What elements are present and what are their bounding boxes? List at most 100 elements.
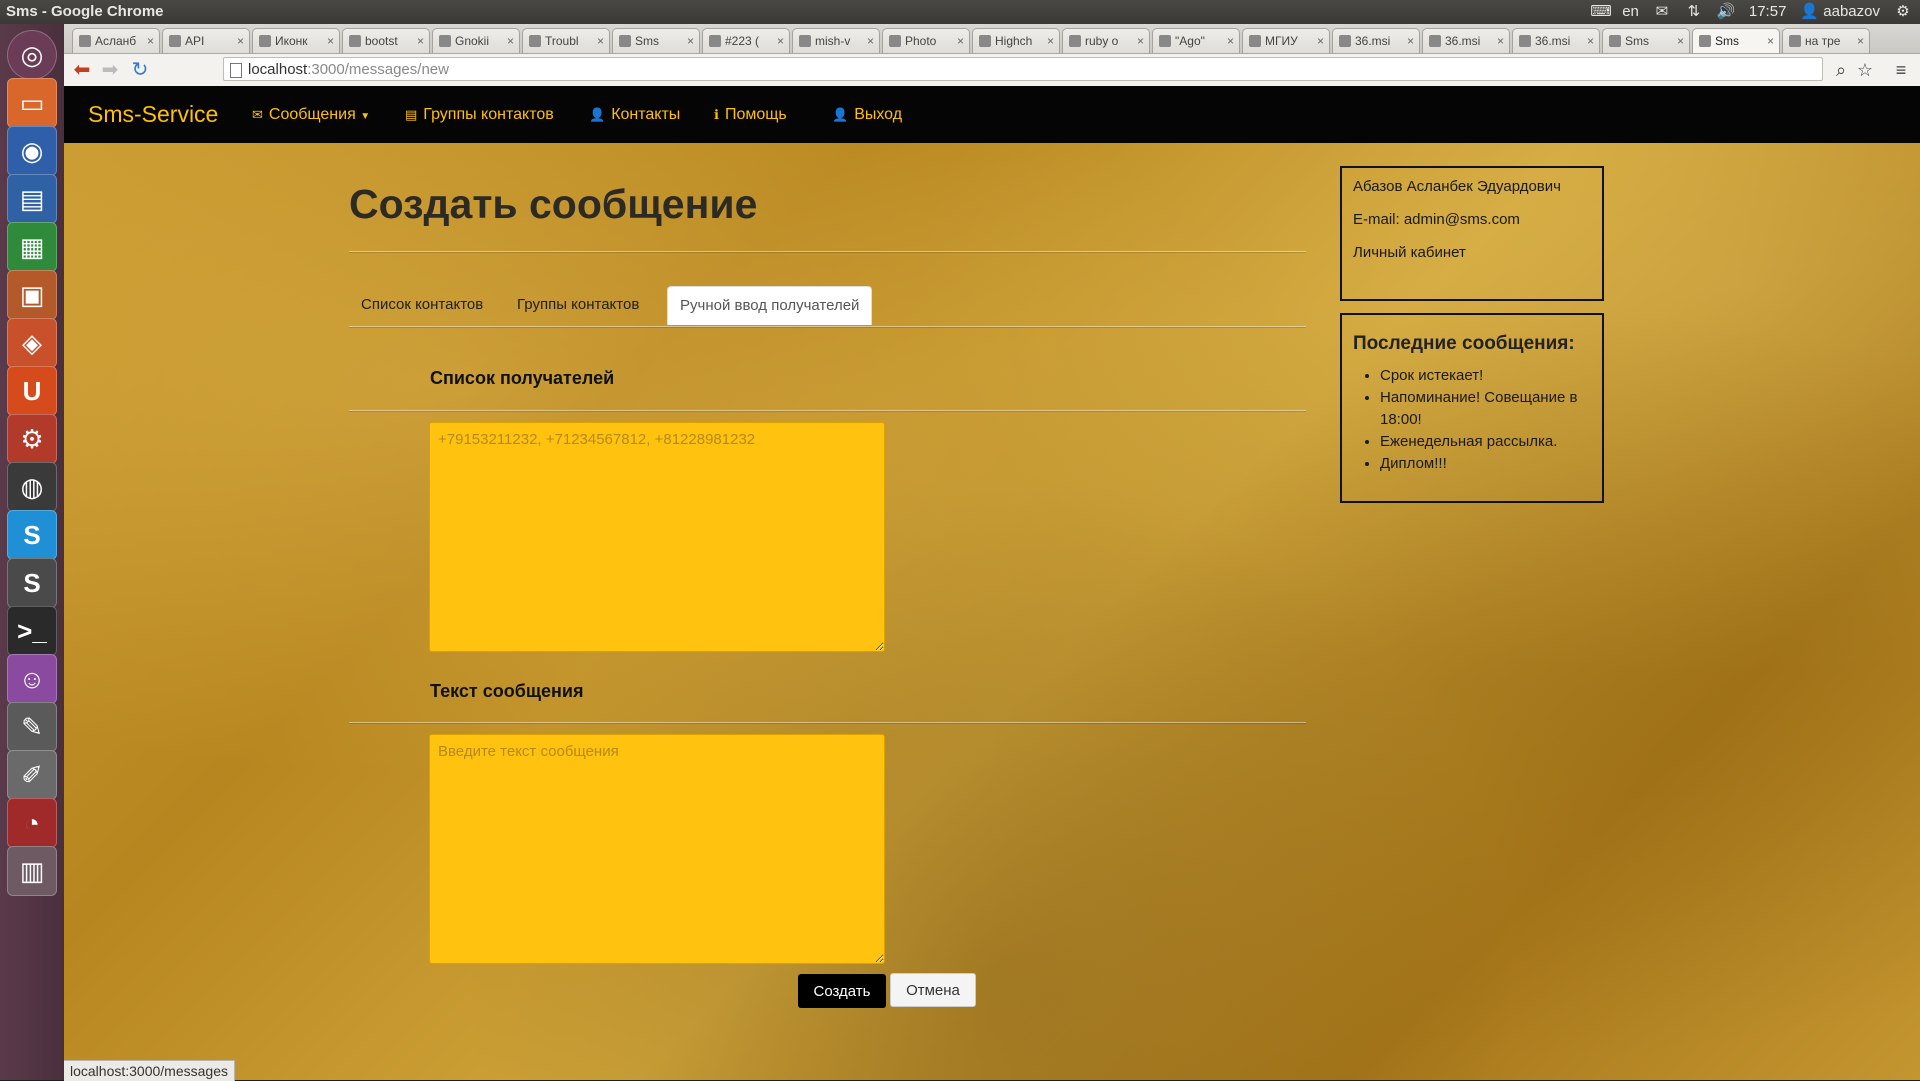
network-icon[interactable]: ⇅ [1685,0,1703,24]
browser-tab[interactable]: #223 (× [702,28,790,53]
tab-contact-list[interactable]: Список контактов [349,286,495,324]
back-arrow-icon[interactable]: ⬅ [70,58,94,82]
cancel-button[interactable]: Отмена [890,973,976,1007]
files-icon[interactable]: ▭ [7,78,57,128]
impress-icon[interactable]: ▣ [7,270,57,320]
keyboard-icon[interactable]: ⌨ [1590,0,1612,24]
tab-favicon-icon [889,35,901,47]
keyboard-layout[interactable]: en [1622,0,1639,24]
recent-message-item[interactable]: Напоминание! Совещание в 18:00! [1380,387,1591,431]
tab-manual-recipients[interactable]: Ручной ввод получателей [667,286,873,325]
close-icon[interactable]: × [1407,29,1414,53]
ubuntu-one-icon[interactable]: U [7,366,57,416]
create-button[interactable]: Создать [798,974,886,1008]
address-bar[interactable]: localhost:3000/messages/new [223,57,1823,81]
message-textarea[interactable] [429,734,885,964]
browser-tab[interactable]: Иконк × [252,28,340,53]
app-icon[interactable]: ◔ [7,798,57,848]
recent-message-item[interactable]: Еженедельная рассылка. [1380,431,1591,453]
close-icon[interactable]: × [1857,29,1864,53]
close-icon[interactable]: × [1317,29,1324,53]
close-icon[interactable]: × [597,29,604,53]
browser-tab[interactable]: Highch × [972,28,1060,53]
close-icon[interactable]: × [417,29,424,53]
close-icon[interactable]: × [1497,29,1504,53]
browser-tab[interactable]: на тре × [1782,28,1870,53]
reload-icon[interactable]: ↻ [128,58,152,82]
recipients-textarea[interactable] [429,422,885,652]
window-title: Sms - Google Chrome [6,3,164,20]
nav-help[interactable]: ℹ Помощь [714,86,787,143]
close-icon[interactable]: × [327,29,334,53]
close-icon[interactable]: × [507,29,514,53]
clock[interactable]: 17:57 [1749,0,1787,24]
zoom-icon[interactable]: ⌕ [1830,58,1852,82]
close-icon[interactable]: × [687,29,694,53]
mail-icon[interactable]: ✉ [1653,0,1671,24]
browser-tab[interactable]: Sms × [1602,28,1690,53]
volume-icon[interactable]: 🔊 [1717,0,1736,24]
forward-arrow-icon[interactable]: ➡ [98,58,122,82]
browser-tab-label: Gnokii [455,34,490,48]
browser-tab[interactable]: Sms × [1692,28,1780,53]
close-icon[interactable]: × [957,29,964,53]
bookmark-star-icon[interactable]: ☆ [1854,58,1876,82]
calc-icon[interactable]: ▦ [7,222,57,272]
url-host: localhost [248,61,308,78]
close-icon[interactable]: × [1047,29,1054,53]
software-center-icon[interactable]: ◈ [7,318,57,368]
close-icon[interactable]: × [1227,29,1234,53]
browser-tab[interactable]: bootst × [342,28,430,53]
profile-link[interactable]: Личный кабинет [1353,244,1591,262]
close-icon[interactable]: × [1587,29,1594,53]
menu-icon[interactable]: ≡ [1890,58,1912,82]
url-path: :3000/messages/new [307,61,449,78]
browser-tab-label: Troubl [545,34,579,48]
recent-message-item[interactable]: Срок истекает! [1380,365,1591,387]
nav-messages[interactable]: ✉ Сообщения ▼ [252,86,370,145]
browser-tab[interactable]: API × [162,28,250,53]
pidgin-icon[interactable]: ☺ [7,654,57,704]
browser-tab[interactable]: Photo × [882,28,970,53]
user-menu[interactable]: 👤 aabazov [1800,0,1880,24]
close-icon[interactable]: × [867,29,874,53]
browser-tab[interactable]: МГИУ × [1242,28,1330,53]
text-editor-icon[interactable]: ✎ [7,702,57,752]
browser-tab-label: Sms [635,34,659,48]
browser-tab[interactable]: Sms × [612,28,700,53]
writer-icon[interactable]: ▤ [7,174,57,224]
browser-tab[interactable]: 36.msi × [1332,28,1420,53]
browser-tab[interactable]: Gnokii × [432,28,520,53]
browser-tab[interactable]: ruby o × [1062,28,1150,53]
close-icon[interactable]: × [237,29,244,53]
close-icon[interactable]: × [1767,29,1774,53]
close-icon[interactable]: × [147,29,154,53]
firefox-icon[interactable]: ◉ [7,126,57,176]
brand-link[interactable]: Sms-Service [88,86,218,143]
nav-logout[interactable]: 👤 Выход [832,86,902,143]
close-icon[interactable]: × [777,29,784,53]
recent-message-item[interactable]: Диплом!!! [1380,453,1591,475]
browser-tab[interactable]: 36.msi × [1422,28,1510,53]
browser-tab[interactable]: Асланб × [72,28,160,53]
browser-tab[interactable]: 36.msi × [1512,28,1600,53]
graphics-icon[interactable]: ✐ [7,750,57,800]
close-icon[interactable]: × [1137,29,1144,53]
tab-contact-groups[interactable]: Группы контактов [505,286,651,324]
terminal-icon[interactable]: >_ [7,606,57,656]
trash-icon[interactable]: ▥ [7,846,57,896]
tab-strip: Асланб × API × Иконк × bootst × Gnokii × Troubl × Sm… [64,24,1920,54]
browser-tab[interactable]: Troubl × [522,28,610,53]
system-top-bar: Sms - Google Chrome ⌨ en ✉ ⇅ 🔊 17:57 👤 a… [0,0,1920,24]
gear-icon[interactable]: ⚙ [1894,0,1912,24]
skype-icon[interactable]: S [7,510,57,560]
nav-contact-groups[interactable]: ▤ Группы контактов [405,86,554,143]
ubuntu-dash-icon[interactable]: ◎ [7,30,57,80]
nav-contacts[interactable]: 👤 Контакты [589,86,680,143]
system-settings-icon[interactable]: ⚙ [7,414,57,464]
chrome-icon[interactable]: ◍ [7,462,57,512]
browser-tab[interactable]: "Ago" × [1152,28,1240,53]
sublime-icon[interactable]: S [7,558,57,608]
close-icon[interactable]: × [1677,29,1684,53]
browser-tab[interactable]: mish-v × [792,28,880,53]
